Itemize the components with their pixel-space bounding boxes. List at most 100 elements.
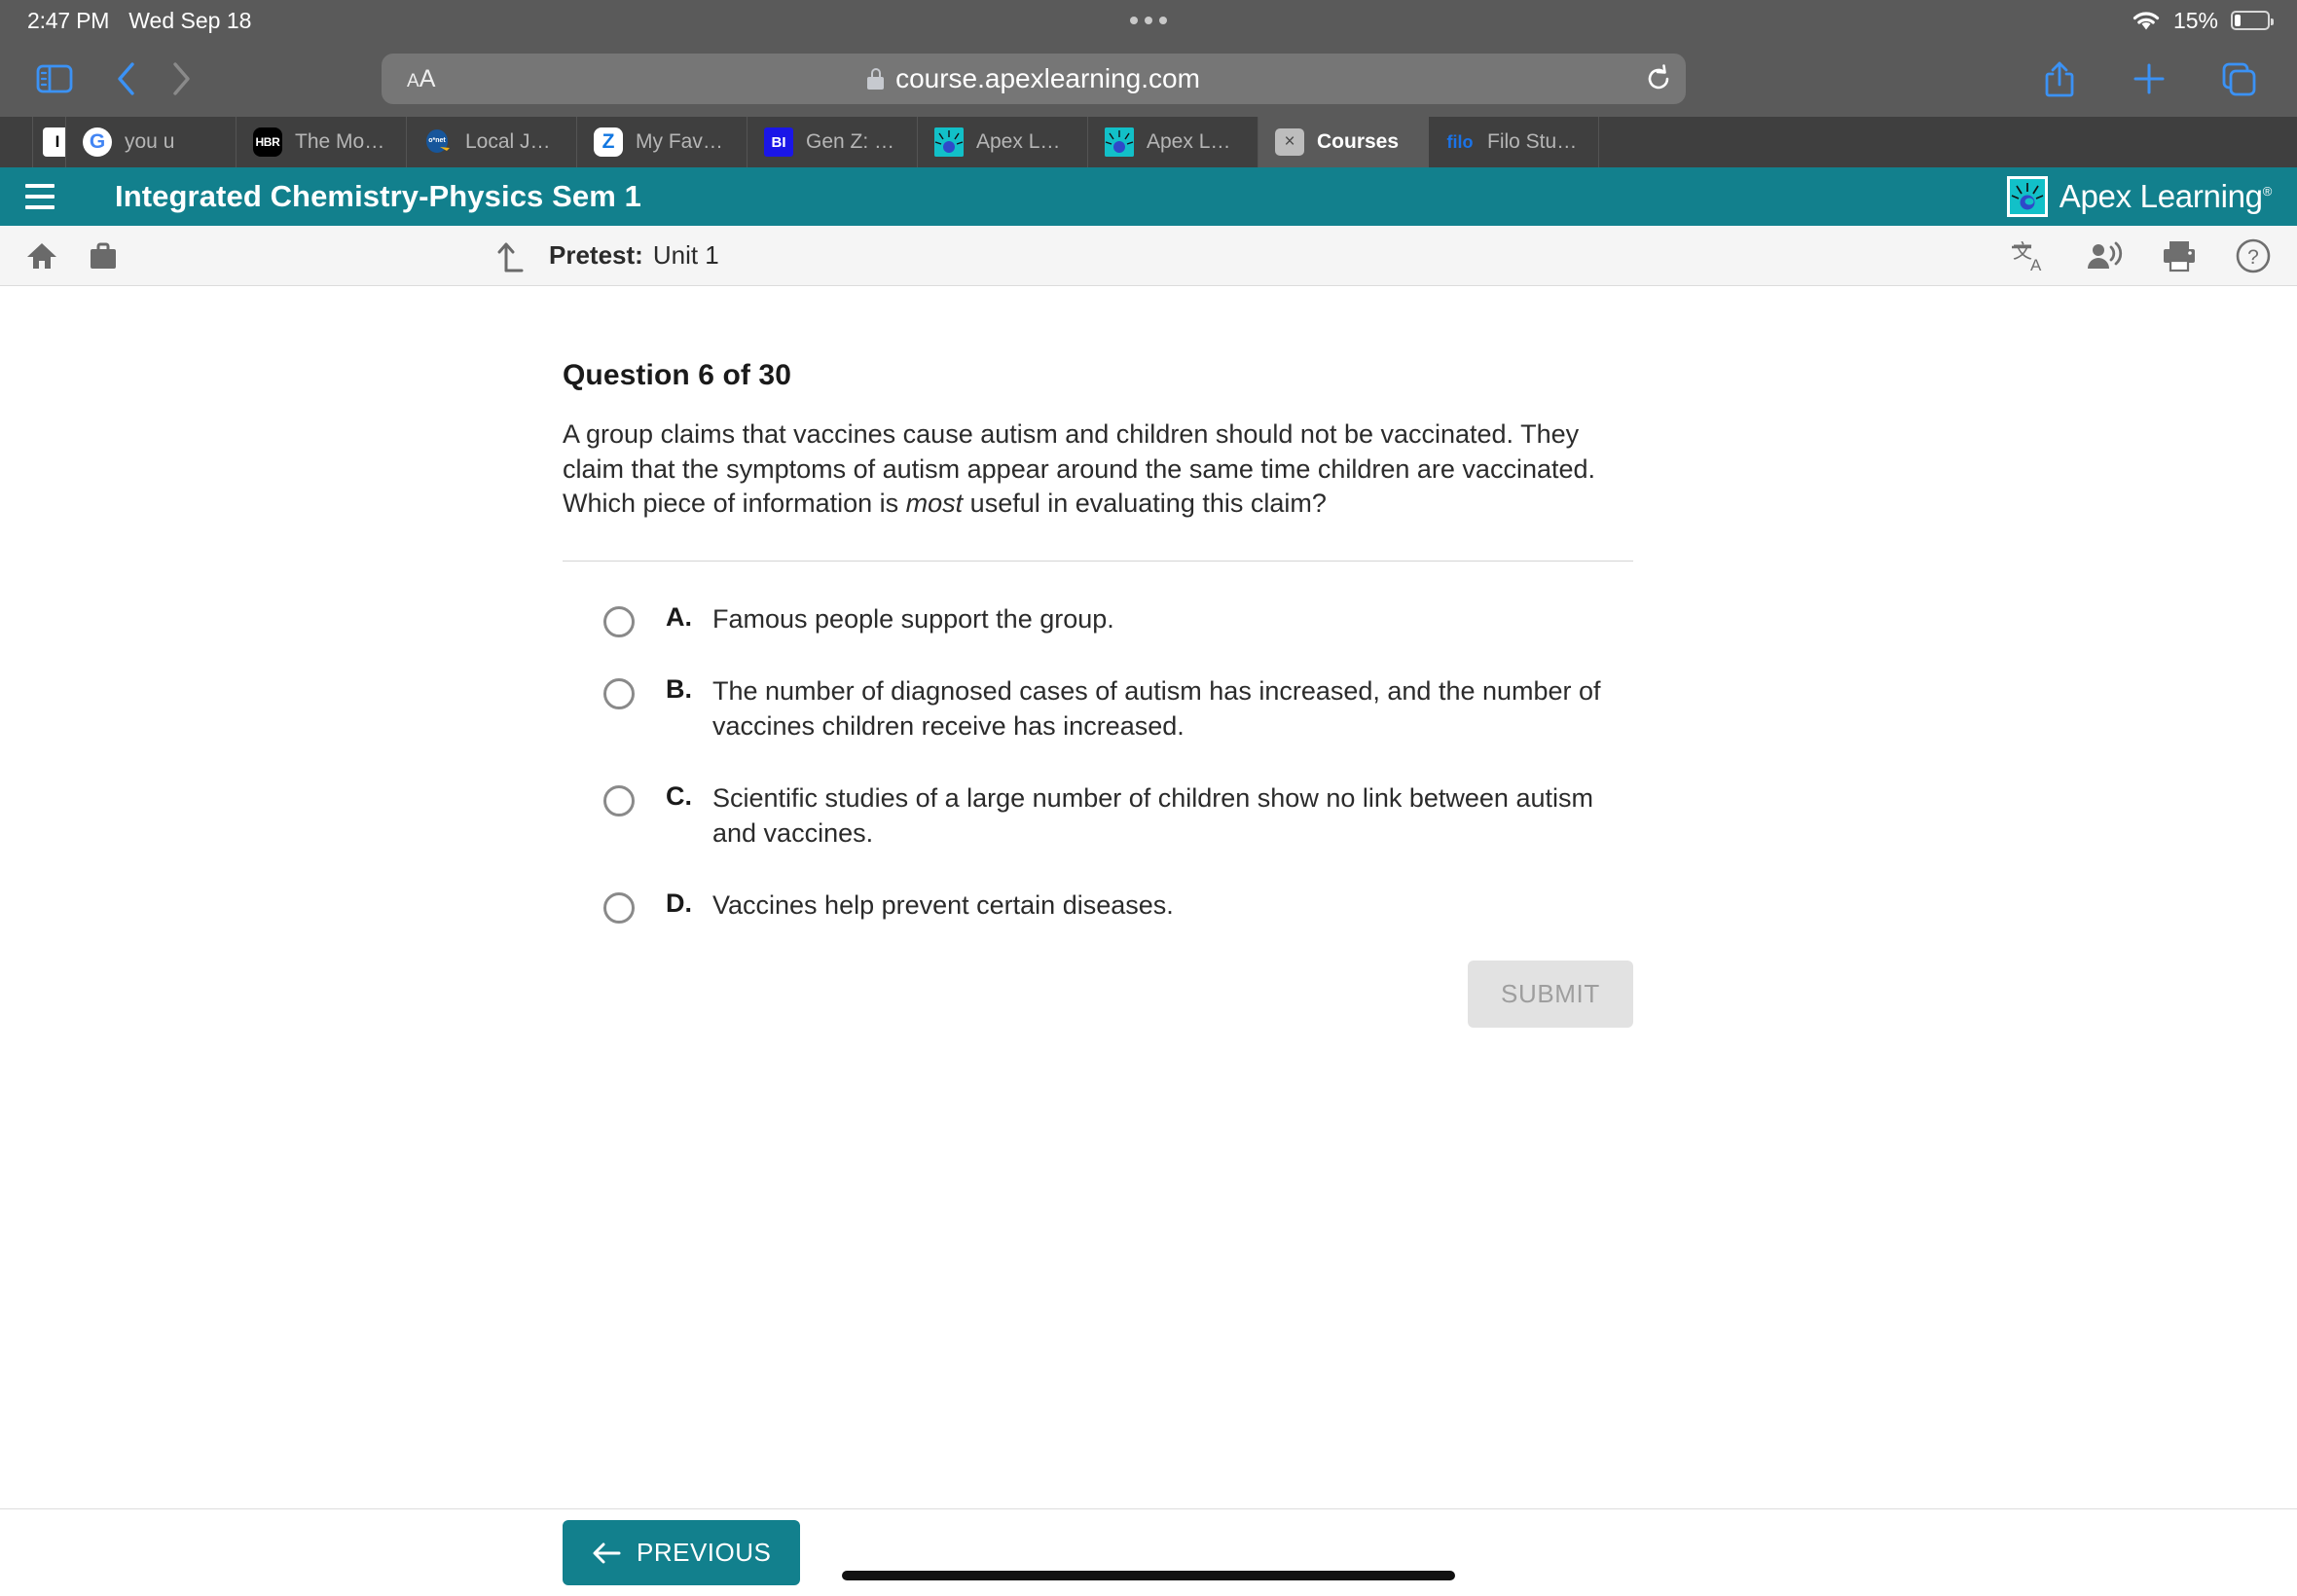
- answer-option[interactable]: C. Scientific studies of a large number …: [603, 781, 1633, 852]
- status-bar-right: 15%: [2132, 8, 2274, 34]
- answer-option[interactable]: A. Famous people support the group.: [603, 602, 1633, 637]
- radio-button[interactable]: [603, 891, 635, 924]
- generic-icon: I: [43, 127, 65, 157]
- apex-logo-text: Apex Learning®: [2059, 178, 2273, 214]
- svg-text:文: 文: [2013, 240, 2032, 263]
- hbr-icon: HBR: [253, 127, 282, 157]
- question-heading: Question 6 of 30: [563, 359, 791, 391]
- tab-title: The Most De...: [295, 130, 389, 153]
- browser-tab-active[interactable]: × Courses: [1258, 117, 1429, 167]
- google-icon: G: [83, 127, 112, 157]
- url-display: course.apexlearning.com: [382, 63, 1686, 94]
- wifi-icon: [2132, 10, 2161, 31]
- sidebar-icon[interactable]: [27, 52, 82, 106]
- multitasking-dots[interactable]: [1130, 17, 1167, 24]
- page-footer: PREVIOUS: [0, 1508, 2297, 1596]
- ios-status-bar: 2:47 PM Wed Sep 18 15%: [0, 0, 2297, 41]
- home-indicator[interactable]: [842, 1571, 1455, 1580]
- safari-toolbar-right: [2032, 52, 2270, 106]
- apex-header-bar: Integrated Chemistry-Physics Sem 1 Apex …: [0, 167, 2297, 226]
- tab-title: My Favorite...: [636, 130, 730, 153]
- close-icon[interactable]: ×: [1275, 128, 1304, 156]
- address-bar[interactable]: AA course.apexlearning.com: [382, 54, 1686, 104]
- tab-strip-edge[interactable]: [0, 117, 33, 167]
- browser-tab[interactable]: Z My Favorite...: [577, 117, 747, 167]
- breadcrumb-label: Pretest:: [549, 240, 643, 270]
- browser-tab[interactable]: Apex Learning: [918, 117, 1088, 167]
- status-time: 2:47 PM: [27, 7, 110, 33]
- option-letter: A.: [666, 601, 692, 632]
- browser-tab[interactable]: I: [33, 117, 66, 167]
- option-letter: D.: [666, 888, 692, 918]
- previous-button[interactable]: PREVIOUS: [563, 1520, 801, 1585]
- level-up-arrow-icon[interactable]: [496, 239, 528, 272]
- safari-toolbar: AA course.apexlearning.com: [0, 41, 2297, 117]
- tab-title: you u: [125, 130, 175, 153]
- status-date: Wed Sep 18: [128, 7, 252, 33]
- option-text: The number of diagnosed cases of autism …: [712, 675, 1601, 741]
- sub-toolbar-left: [25, 240, 119, 272]
- apex-logo: Apex Learning®: [2006, 176, 2273, 217]
- browser-tab-bar: I G you u HBR The Most De... o*net Local…: [0, 117, 2297, 167]
- url-text: course.apexlearning.com: [895, 63, 1200, 93]
- question-text-part2: useful in evaluating this claim?: [963, 489, 1327, 519]
- svg-text:A: A: [2030, 256, 2042, 273]
- hamburger-menu-icon[interactable]: [25, 182, 64, 211]
- share-icon[interactable]: [2032, 52, 2087, 106]
- question-page-body: Question 6 of 30 A group claims that vac…: [0, 286, 2297, 1508]
- tabs-icon[interactable]: [2211, 52, 2266, 106]
- course-sub-toolbar: Pretest: Unit 1 文 A ?: [0, 226, 2297, 286]
- browser-tab[interactable]: G you u: [66, 117, 237, 167]
- help-icon[interactable]: ?: [2235, 237, 2272, 274]
- submit-row: SUBMIT: [563, 960, 1633, 1028]
- lock-icon: [867, 68, 885, 90]
- arrow-left-icon: [592, 1542, 621, 1565]
- chevron-right-icon: [154, 52, 208, 106]
- apex-icon: [1105, 127, 1134, 157]
- browser-tab[interactable]: filo Filo Student:...: [1429, 117, 1599, 167]
- browser-tab[interactable]: Apex Learning: [1088, 117, 1258, 167]
- browser-tab[interactable]: HBR The Most De...: [237, 117, 407, 167]
- zillow-icon: Z: [594, 127, 623, 157]
- radio-button[interactable]: [603, 677, 635, 709]
- battery-icon: [2231, 11, 2274, 30]
- apex-lightbulb-icon: [2006, 176, 2048, 217]
- translate-icon[interactable]: 文 A: [2011, 238, 2048, 273]
- tab-title: Local Jobs: 1...: [465, 130, 560, 153]
- answer-option[interactable]: B. The number of diagnosed cases of auti…: [603, 674, 1633, 744]
- answer-options-list: A. Famous people support the group. B. T…: [563, 602, 1633, 924]
- browser-tab[interactable]: BI Gen Z: Major...: [747, 117, 918, 167]
- filo-icon: filo: [1446, 131, 1474, 152]
- submit-button[interactable]: SUBMIT: [1468, 960, 1633, 1028]
- read-aloud-icon[interactable]: [2085, 239, 2124, 272]
- tab-title: Filo Student:...: [1487, 130, 1582, 153]
- breadcrumb-value: Unit 1: [652, 240, 719, 270]
- print-icon[interactable]: [2161, 239, 2198, 272]
- option-letter: B.: [666, 673, 692, 704]
- status-bar-left: 2:47 PM Wed Sep 18: [27, 8, 251, 34]
- breadcrumb-text: Pretest: Unit 1: [549, 240, 719, 271]
- course-title: Integrated Chemistry-Physics Sem 1: [115, 179, 641, 213]
- tab-title: Apex Learning: [1147, 130, 1241, 153]
- onet-icon: o*net: [423, 127, 453, 157]
- plus-icon[interactable]: [2122, 52, 2176, 106]
- browser-tab[interactable]: o*net Local Jobs: 1...: [407, 117, 577, 167]
- briefcase-icon[interactable]: [88, 240, 119, 272]
- option-letter: C.: [666, 780, 692, 811]
- reload-icon[interactable]: [1637, 57, 1680, 100]
- svg-text:?: ?: [2247, 246, 2259, 269]
- breadcrumb: Pretest: Unit 1: [496, 239, 719, 272]
- question-text: A group claims that vaccines cause autis…: [563, 417, 1633, 522]
- text-size-button[interactable]: AA: [395, 65, 435, 93]
- svg-text:o*net: o*net: [428, 137, 446, 144]
- radio-button[interactable]: [603, 784, 635, 816]
- tab-title: Apex Learning: [976, 130, 1071, 153]
- previous-button-label: PREVIOUS: [637, 1538, 772, 1567]
- radio-button[interactable]: [603, 605, 635, 637]
- answer-option[interactable]: D. Vaccines help prevent certain disease…: [603, 889, 1633, 924]
- chevron-left-icon[interactable]: [99, 52, 154, 106]
- question-container: Question 6 of 30 A group claims that vac…: [563, 286, 1633, 1028]
- home-icon[interactable]: [25, 240, 58, 272]
- option-text: Vaccines help prevent certain diseases.: [712, 889, 1174, 920]
- business-insider-icon: BI: [764, 127, 793, 157]
